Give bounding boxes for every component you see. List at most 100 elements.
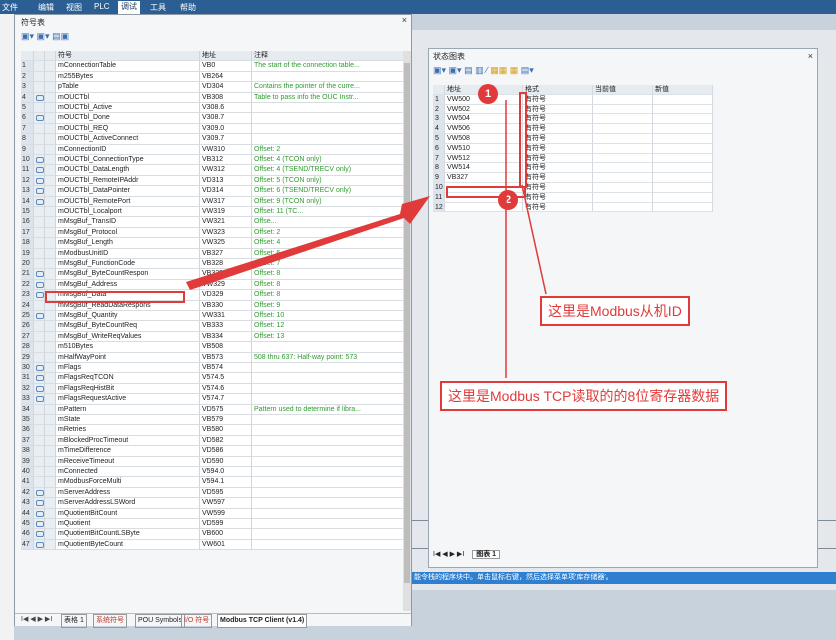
- symbol-cell[interactable]: pTable: [56, 82, 200, 93]
- row-number[interactable]: 29: [21, 352, 34, 363]
- row-number[interactable]: 9: [433, 173, 445, 183]
- row-number[interactable]: 1: [21, 61, 34, 72]
- table-row[interactable]: 17 mMsgBuf_Protocol VW323 Offset: 2: [21, 227, 407, 239]
- row-number[interactable]: 16: [21, 217, 34, 228]
- table-row[interactable]: 7 mOUCTbl_REQ V309.0: [21, 123, 407, 135]
- row-number[interactable]: 38: [21, 446, 34, 457]
- address-cell[interactable]: VW597: [200, 498, 252, 509]
- symbol-cell[interactable]: mOUCTbl_ActiveConnect: [56, 134, 200, 145]
- comment-cell[interactable]: Offset: 5 (TCON only): [252, 175, 407, 187]
- table-row[interactable]: 40 mConnected V594.0: [21, 467, 407, 478]
- format-cell[interactable]: 有符号: [523, 153, 593, 164]
- column-header-current[interactable]: 当前值: [593, 85, 653, 95]
- symbol-cell[interactable]: mTimeDifference: [56, 446, 200, 457]
- comment-cell[interactable]: [252, 383, 407, 395]
- symbol-cell[interactable]: mMsgBuf_Protocol: [56, 227, 200, 239]
- address-cell[interactable]: V308.6: [200, 103, 252, 114]
- symbol-cell[interactable]: mFlagsRequestActive: [56, 394, 200, 405]
- row-number[interactable]: 20: [21, 259, 34, 270]
- address-cell[interactable]: VB580: [200, 425, 252, 436]
- symbol-cell[interactable]: mModbusUnitID: [56, 248, 200, 259]
- symbol-cell[interactable]: mOUCTbl_REQ: [56, 123, 200, 135]
- comment-cell[interactable]: [252, 508, 407, 519]
- comment-cell[interactable]: Offset: 2: [252, 227, 407, 239]
- format-cell[interactable]: 有符号: [523, 183, 593, 193]
- row-number[interactable]: 15: [21, 207, 34, 218]
- table-row[interactable]: 37 mBlockedProcTimeout VD582: [21, 435, 407, 447]
- symbol-cell[interactable]: mMsgBuf_ByteCountRespon: [56, 269, 200, 280]
- current-value-cell[interactable]: [593, 173, 653, 183]
- row-number[interactable]: 12: [433, 202, 445, 213]
- address-cell[interactable]: VW506: [445, 124, 523, 134]
- new-value-cell[interactable]: [653, 192, 713, 203]
- row-number[interactable]: 12: [21, 175, 34, 187]
- address-cell[interactable]: VB327: [445, 173, 523, 183]
- symbol-cell[interactable]: m255Bytes: [56, 71, 200, 83]
- table-row[interactable]: 20 mMsgBuf_FunctionCode VB328 Offset: 7: [21, 259, 407, 270]
- comment-cell[interactable]: Offset: 4: [252, 238, 407, 249]
- format-cell[interactable]: 有符号: [523, 202, 593, 213]
- tab-modbus-tcp-client[interactable]: Modbus TCP Client (v1.4): [217, 614, 308, 628]
- table-row[interactable]: 44 mQuotientBitCount VW599: [21, 508, 407, 519]
- format-cell[interactable]: 有符号: [523, 104, 593, 115]
- table-row[interactable]: 3 VW504 有符号: [433, 114, 713, 125]
- current-value-cell[interactable]: [593, 202, 653, 213]
- comment-cell[interactable]: Offset: 4 (TSEND/TRECV only): [252, 165, 407, 176]
- refresh-icon[interactable]: ▥: [475, 65, 484, 75]
- symbol-cell[interactable]: mConnectionID: [56, 144, 200, 155]
- symbol-cell[interactable]: mMsgBuf_Length: [56, 238, 200, 249]
- address-cell[interactable]: VB334: [200, 331, 252, 343]
- comment-cell[interactable]: [252, 342, 407, 353]
- row-number[interactable]: 42: [21, 487, 34, 499]
- vertical-scrollbar[interactable]: [403, 51, 411, 611]
- row-number[interactable]: 47: [21, 539, 34, 551]
- address-cell[interactable]: V594.1: [200, 477, 252, 488]
- menu-view[interactable]: 视图: [66, 2, 82, 13]
- row-number[interactable]: 2: [21, 71, 34, 83]
- add-icon[interactable]: ▣▾: [433, 65, 446, 75]
- table-row[interactable]: 3 pTable VD304 Contains the pointer of the …: [21, 82, 407, 93]
- comment-cell[interactable]: [252, 435, 407, 447]
- menu-help[interactable]: 帮助: [180, 2, 196, 13]
- tab-navigation[interactable]: I◀ ◀ ▶ ▶I: [21, 614, 52, 626]
- row-number[interactable]: 7: [21, 123, 34, 135]
- format-cell[interactable]: 有符号: [523, 124, 593, 134]
- address-cell[interactable]: VB330: [200, 300, 252, 311]
- address-cell[interactable]: VB328: [200, 259, 252, 270]
- row-number[interactable]: 1: [433, 94, 445, 105]
- table-row[interactable]: 12 mOUCTbl_RemoteIPAddr VD313 Offset: 5 (TC…: [21, 175, 407, 187]
- comment-cell[interactable]: Offset: 7: [252, 259, 407, 270]
- table-row[interactable]: 5 mOUCTbl_Active V308.6: [21, 103, 407, 114]
- comment-cell[interactable]: [252, 446, 407, 457]
- tab-chart1[interactable]: 图表 1: [472, 550, 501, 559]
- address-cell[interactable]: VW310: [200, 144, 252, 155]
- row-number[interactable]: 4: [433, 124, 445, 134]
- table-row[interactable]: 26 mMsgBuf_ByteCountReq VB333 Offset: 12: [21, 321, 407, 332]
- row-number[interactable]: 5: [433, 134, 445, 144]
- current-value-cell[interactable]: [593, 94, 653, 105]
- table-row[interactable]: 1 mConnectionTable VB0 The start of the con…: [21, 61, 407, 72]
- new-value-cell[interactable]: [653, 183, 713, 193]
- comment-cell[interactable]: [252, 103, 407, 114]
- table-row[interactable]: 47 mQuotientByteCount VW601: [21, 539, 407, 551]
- row-number[interactable]: 30: [21, 363, 34, 374]
- address-cell[interactable]: VB579: [200, 415, 252, 426]
- table-row[interactable]: 16 mMsgBuf_TransID VW321 Offse...: [21, 217, 407, 228]
- table-row[interactable]: 8 mOUCTbl_ActiveConnect V309.7: [21, 134, 407, 145]
- address-cell[interactable]: VB573: [200, 352, 252, 363]
- symbol-cell[interactable]: mServerAddress: [56, 487, 200, 499]
- comment-cell[interactable]: [252, 519, 407, 530]
- row-number[interactable]: 40: [21, 467, 34, 478]
- row-number[interactable]: 37: [21, 435, 34, 447]
- address-cell[interactable]: VD595: [200, 487, 252, 499]
- address-cell[interactable]: VW508: [445, 134, 523, 144]
- address-cell[interactable]: VB327: [200, 248, 252, 259]
- lock-icon[interactable]: ▦▦: [490, 65, 507, 75]
- table-row[interactable]: 33 mFlagsRequestActive V574.7: [21, 394, 407, 405]
- row-number[interactable]: 5: [21, 103, 34, 114]
- address-cell[interactable]: V594.0: [200, 467, 252, 478]
- address-cell[interactable]: V574.6: [200, 383, 252, 395]
- table-row[interactable]: 6 mOUCTbl_Done V308.7: [21, 113, 407, 124]
- comment-cell[interactable]: Offset: 13: [252, 331, 407, 343]
- address-cell[interactable]: VW312: [200, 165, 252, 176]
